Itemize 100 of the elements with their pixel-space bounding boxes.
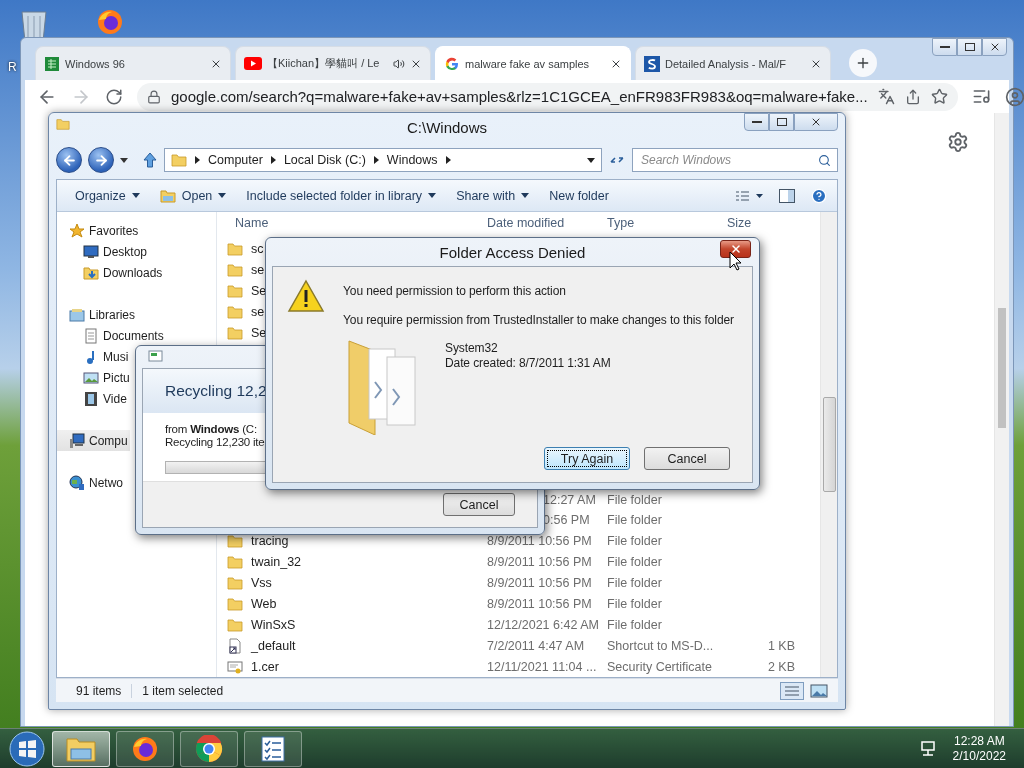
- maximize-button[interactable]: [769, 113, 794, 131]
- nav-pane-item[interactable]: Documents: [57, 325, 166, 346]
- caret-icon: [120, 157, 128, 163]
- new-tab-button[interactable]: [849, 49, 877, 77]
- translate-icon[interactable]: [877, 88, 895, 105]
- close-button[interactable]: [720, 240, 751, 258]
- settings-icon[interactable]: [947, 131, 969, 153]
- toolbar-button[interactable]: Share with: [448, 183, 538, 208]
- start-orb-icon[interactable]: [8, 729, 46, 768]
- file-date: 8/9/2011 10:56 PM: [486, 596, 593, 611]
- breadcrumb-item[interactable]: Local Disk (C:): [283, 153, 366, 167]
- column-header[interactable]: Type: [605, 215, 725, 230]
- details-view-icon[interactable]: [780, 681, 804, 700]
- profile-button[interactable]: [1004, 86, 1024, 107]
- taskbar-app-button[interactable]: [116, 730, 174, 767]
- preview-pane-icon[interactable]: [779, 188, 795, 203]
- computer-icon: [69, 432, 85, 449]
- nav-pane-item[interactable]: Vide: [57, 388, 129, 409]
- toolbar-button[interactable]: Open: [151, 183, 235, 208]
- film-icon: [83, 390, 99, 407]
- address-bar[interactable]: google.com/search?q=malware+fake+av+samples&rlz=1C1GCEA_enFR983FR983&oq=malware+fake...: [137, 82, 958, 111]
- nav-item-label: Vide: [103, 391, 127, 406]
- forward-arrow-icon: [93, 152, 109, 168]
- share-icon[interactable]: [904, 88, 921, 105]
- nav-pane-item[interactable]: Downloads: [57, 262, 165, 283]
- large-icons-view-icon[interactable]: [810, 682, 828, 699]
- file-name: WinSxS: [250, 617, 296, 632]
- nav-item-label: Netwo: [89, 475, 123, 490]
- status-text: 91 items: [66, 683, 133, 698]
- address-bar[interactable]: Computer Local Disk (C:) Windows: [164, 148, 602, 172]
- maximize-button[interactable]: [957, 38, 982, 56]
- nav-item-label: Documents: [103, 328, 164, 343]
- nav-pane-item[interactable]: Favorites: [57, 220, 141, 241]
- network-icon[interactable]: [918, 739, 937, 758]
- tab-title: Detailed Analysis - Mal/F: [665, 57, 788, 70]
- file-name: Se: [250, 325, 267, 340]
- media-control-button[interactable]: [971, 87, 991, 106]
- dialog-title: Folder Access Denied: [439, 243, 586, 261]
- caret-icon: [131, 193, 140, 198]
- tab-title: 【Kiichan】學貓叫 / Le: [267, 56, 381, 71]
- column-header[interactable]: Date modified: [485, 215, 605, 230]
- scrollbar[interactable]: [820, 212, 837, 677]
- file-size: 1 KB: [766, 638, 795, 653]
- view-options-icon[interactable]: [735, 189, 763, 202]
- clock[interactable]: 12:28 AM 2/10/2022: [952, 733, 1006, 764]
- nav-pane-item[interactable]: Pictu: [57, 367, 132, 388]
- file-type: File folder: [606, 596, 663, 611]
- toolbar-button[interactable]: New folder: [541, 183, 617, 208]
- chrome-circle-app-icon: [195, 734, 223, 763]
- toolbar-button[interactable]: Include selected folder in library: [238, 183, 445, 208]
- lock-icon: [147, 89, 161, 104]
- column-header[interactable]: Size: [725, 215, 795, 230]
- file-date: 7/2/2011 4:47 AM: [486, 638, 586, 653]
- nav-item-label: Desktop: [103, 244, 148, 259]
- nav-pane-item[interactable]: Libraries: [57, 304, 138, 325]
- scrollbar[interactable]: [994, 113, 1009, 726]
- browser-tab[interactable]: Detailed Analysis - Mal/F: [635, 46, 831, 80]
- nav-pane-item[interactable]: Compu: [57, 430, 130, 451]
- taskbar-app-button[interactable]: [244, 730, 302, 767]
- breadcrumb-item[interactable]: Windows: [386, 153, 438, 167]
- browser-tab[interactable]: Windows 96: [35, 46, 231, 80]
- tab-title: malware fake av samples: [465, 57, 591, 70]
- help-icon[interactable]: [811, 187, 827, 204]
- nav-item-label: Libraries: [89, 307, 136, 322]
- file-type: File folder: [606, 555, 663, 570]
- up-arrow-icon[interactable]: [142, 152, 158, 168]
- search-input[interactable]: Search Windows: [639, 152, 818, 168]
- minimize-button[interactable]: [744, 113, 769, 131]
- certificate-icon: [227, 658, 243, 675]
- breadcrumb-separator-icon: [195, 156, 200, 164]
- g-letter-favicon-icon: [444, 55, 460, 72]
- nav-pane-item[interactable]: Musi: [57, 346, 131, 367]
- search-field[interactable]: Search Windows: [632, 148, 838, 172]
- column-header[interactable]: Name: [225, 215, 485, 230]
- close-button[interactable]: [982, 38, 1007, 56]
- forward-button[interactable]: [88, 147, 114, 173]
- dialog-button[interactable]: Cancel: [644, 447, 730, 470]
- cancel-button[interactable]: Cancel: [443, 493, 515, 516]
- dialog-button[interactable]: Try Again: [544, 447, 630, 470]
- minimize-button[interactable]: [932, 38, 957, 56]
- nav-pane-item[interactable]: Netwo: [57, 472, 125, 493]
- browser-tab[interactable]: malware fake av samples: [435, 46, 631, 80]
- taskbar-app-button[interactable]: [180, 730, 238, 767]
- reload-button[interactable]: [105, 87, 123, 106]
- folder-icon: [227, 575, 243, 592]
- back-button[interactable]: [56, 147, 82, 173]
- nav-item-label: Downloads: [103, 265, 163, 280]
- taskbar-app-button[interactable]: [52, 730, 110, 767]
- folder-icon: [227, 616, 243, 633]
- bookmark-star-icon[interactable]: [930, 88, 948, 105]
- breadcrumb-item[interactable]: Computer: [208, 153, 263, 167]
- folder-icon: [227, 241, 243, 258]
- nav-item-label: Musi: [103, 349, 129, 364]
- toolbar-button[interactable]: Organize: [67, 183, 148, 208]
- folder-icon: [227, 533, 243, 550]
- browser-tab[interactable]: 【Kiichan】學貓叫 / Le: [235, 46, 431, 80]
- nav-pane-item[interactable]: Desktop: [57, 241, 150, 262]
- file-name: sc: [250, 242, 264, 257]
- file-name: tracing: [250, 534, 289, 549]
- close-icon: [729, 243, 742, 255]
